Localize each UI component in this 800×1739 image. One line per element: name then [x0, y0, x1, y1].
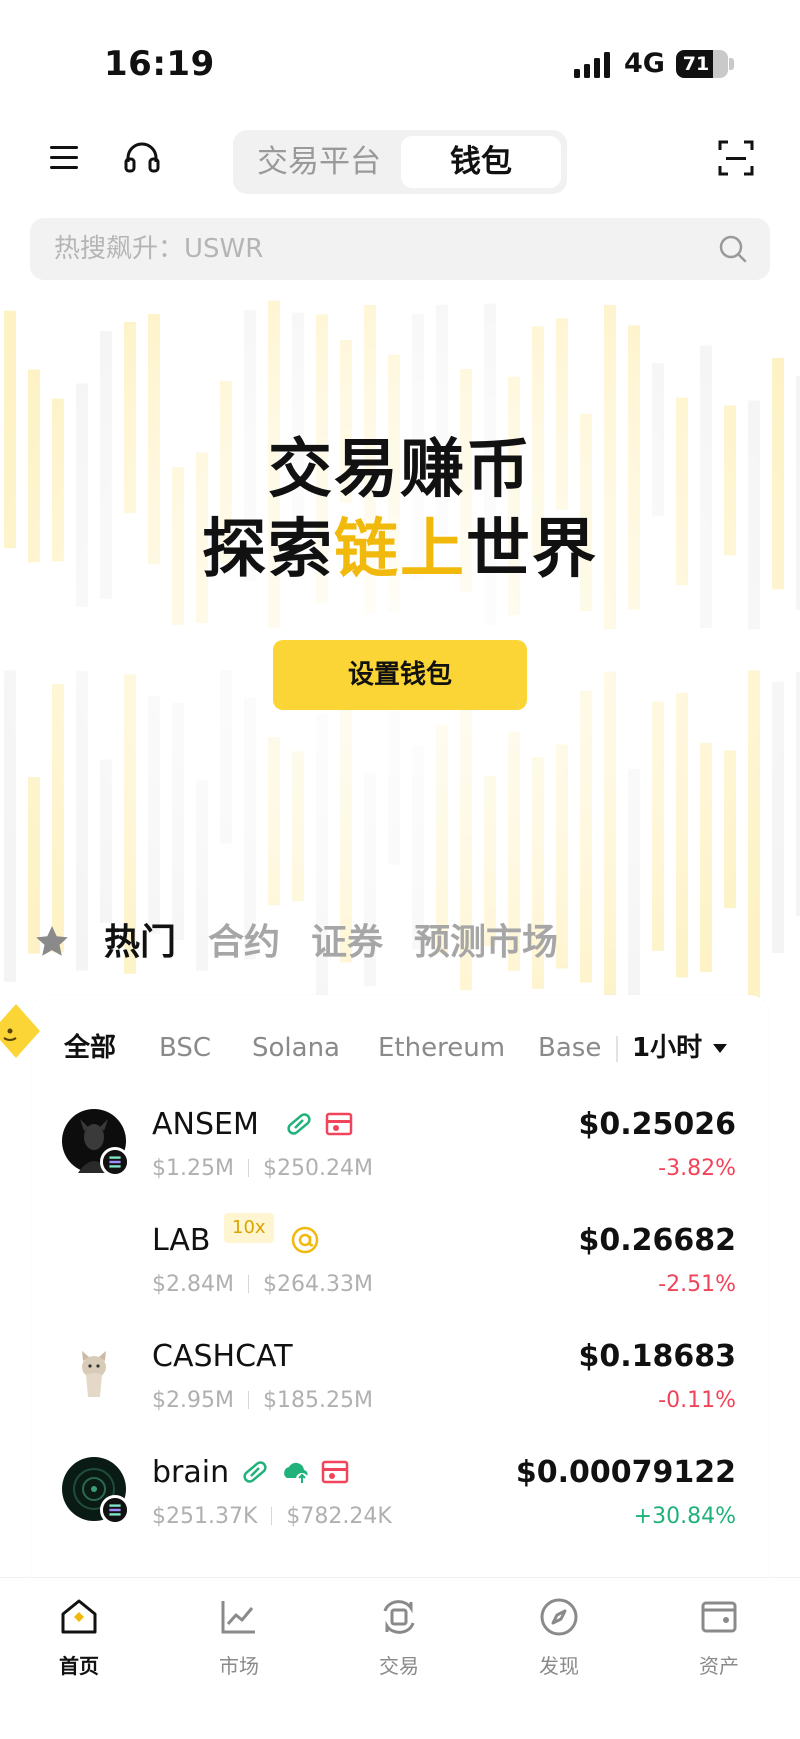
token-price: $0.00079122 [515, 1455, 736, 1490]
stats-divider [247, 1159, 249, 1177]
flame-icon [321, 1460, 349, 1484]
token-row[interactable]: brain $251.37K $782.24K $0.00079122 +30.8… [32, 1443, 768, 1559]
platform-switcher: 交易平台 钱包 [233, 130, 567, 194]
signal-icon [574, 52, 610, 78]
token-market-cap: $264.33M [262, 1272, 373, 1297]
tab-hot[interactable]: 热门 [104, 915, 176, 971]
swap-icon [383, 1600, 415, 1634]
token-volume: $2.95M [152, 1388, 234, 1413]
headset-icon[interactable] [122, 138, 162, 178]
at-icon [291, 1226, 319, 1254]
token-volume: $251.37K [152, 1504, 258, 1529]
battery-level: 71 [682, 53, 710, 75]
nav-label: 首页 [59, 1654, 99, 1678]
tab-wallet[interactable]: 钱包 [401, 136, 561, 188]
token-change: -2.51% [658, 1272, 736, 1297]
token-price: $0.26682 [578, 1223, 736, 1258]
token-price: $0.25026 [578, 1107, 736, 1142]
chain-bsc[interactable]: BSC [159, 1020, 211, 1076]
menu-icon[interactable] [46, 138, 86, 178]
token-name: brain [152, 1455, 230, 1490]
token-row[interactable]: LAB 10x $2.84M $264.33M $0.26682 -2.51% [32, 1211, 768, 1327]
token-list: ANSEM $1.25M $250.24M $0.25026 -3.82% LAB… [32, 1095, 768, 1559]
token-name: ANSEM [152, 1107, 259, 1142]
token-row[interactable]: CASHCAT $2.95M $185.25M $0.18683 -0.11% [32, 1327, 768, 1443]
token-market-cap: $185.25M [262, 1388, 373, 1413]
search-bar[interactable]: 热搜飙升：USWR [30, 218, 770, 280]
tab-futures[interactable]: 合约 [208, 915, 280, 971]
solana-icon [100, 1147, 130, 1177]
token-stats: $251.37K $782.24K [152, 1501, 392, 1533]
token-market-cap: $782.24K [286, 1504, 392, 1529]
nav-label: 交易 [379, 1654, 419, 1678]
status-bar: 16:19 4G 71 [0, 0, 800, 120]
flame-icon [325, 1112, 353, 1136]
token-stats: $2.84M $264.33M [152, 1269, 373, 1301]
token-volume: $2.84M [152, 1272, 234, 1297]
battery-icon: 71 [676, 50, 728, 78]
leverage-badge: 10x [224, 1213, 274, 1243]
hero-title-pre: 探索 [202, 513, 334, 587]
pill-icon [287, 1113, 311, 1135]
search-input[interactable]: 热搜飙升：USWR [54, 218, 263, 280]
token-change: -3.82% [658, 1156, 736, 1181]
token-change: -0.11% [658, 1388, 736, 1413]
bottom-nav: 首页 市场 交易 发现 资产 [0, 1577, 800, 1739]
hero-title-line1: 交易赚币 [268, 433, 532, 507]
search-icon[interactable] [718, 234, 748, 264]
token-stats: $1.25M $250.24M [152, 1153, 373, 1185]
nav-label: 市场 [219, 1654, 259, 1678]
solana-icon [100, 1495, 130, 1525]
tab-securities[interactable]: 证券 [311, 915, 383, 971]
token-name: LAB [152, 1223, 211, 1258]
hero-banner: 交易赚币 探索链上世界 [0, 430, 800, 590]
hero-title-post: 世界 [466, 513, 598, 587]
chain-ethereum[interactable]: Ethereum [378, 1020, 505, 1076]
chart-icon [221, 1601, 255, 1634]
timeframe-select[interactable]: 1小时 [632, 1020, 702, 1076]
token-market-cap: $250.24M [262, 1156, 373, 1181]
token-price: $0.18683 [578, 1339, 736, 1374]
stats-divider [247, 1391, 249, 1409]
chain-divider [616, 1036, 618, 1062]
tab-prediction-market[interactable]: 预测市场 [414, 915, 558, 971]
caret-down-icon[interactable] [712, 1042, 728, 1054]
pill-icon [243, 1461, 267, 1483]
stats-divider [247, 1275, 249, 1293]
top-header: 交易平台 钱包 [0, 122, 800, 202]
compass-icon [540, 1598, 578, 1636]
chain-base[interactable]: Base [538, 1020, 601, 1076]
star-icon[interactable] [33, 923, 71, 961]
chain-all[interactable]: 全部 [64, 1020, 116, 1076]
nav-label: 发现 [539, 1654, 579, 1678]
nav-home[interactable]: 首页 [29, 1596, 129, 1679]
battery-nub [729, 58, 734, 70]
nav-trade[interactable]: 交易 [349, 1596, 449, 1679]
nav-assets[interactable]: 资产 [669, 1596, 769, 1679]
token-row[interactable]: ANSEM $1.25M $250.24M $0.25026 -3.82% [32, 1095, 768, 1211]
chain-solana[interactable]: Solana [252, 1020, 340, 1076]
token-change: +30.84% [633, 1504, 736, 1529]
nav-label: 资产 [699, 1654, 739, 1678]
hero-title-line2: 探索链上世界 [0, 510, 800, 590]
token-volume: $1.25M [152, 1156, 234, 1181]
nav-market[interactable]: 市场 [189, 1596, 289, 1679]
token-stats: $2.95M $185.25M [152, 1385, 373, 1417]
wallet-icon [701, 1601, 737, 1633]
scan-icon[interactable] [716, 138, 756, 178]
home-icon [61, 1599, 97, 1634]
setup-wallet-button[interactable]: 设置钱包 [273, 640, 527, 710]
status-time: 16:19 [104, 44, 215, 84]
token-avatar-cashcat [82, 1351, 106, 1397]
tab-exchange[interactable]: 交易平台 [239, 136, 399, 188]
cloud-icon [284, 1462, 308, 1485]
token-name: CASHCAT [152, 1339, 293, 1374]
stats-divider [271, 1507, 273, 1525]
hero-title-highlight: 链上 [334, 513, 466, 587]
category-tabs: 热门 合约 证券 预测市场 [0, 915, 800, 975]
network-type: 4G [624, 48, 665, 79]
nav-discover[interactable]: 发现 [509, 1596, 609, 1679]
chain-filter: 全部 BSC Solana Ethereum Base 1小时 [32, 1020, 768, 1076]
